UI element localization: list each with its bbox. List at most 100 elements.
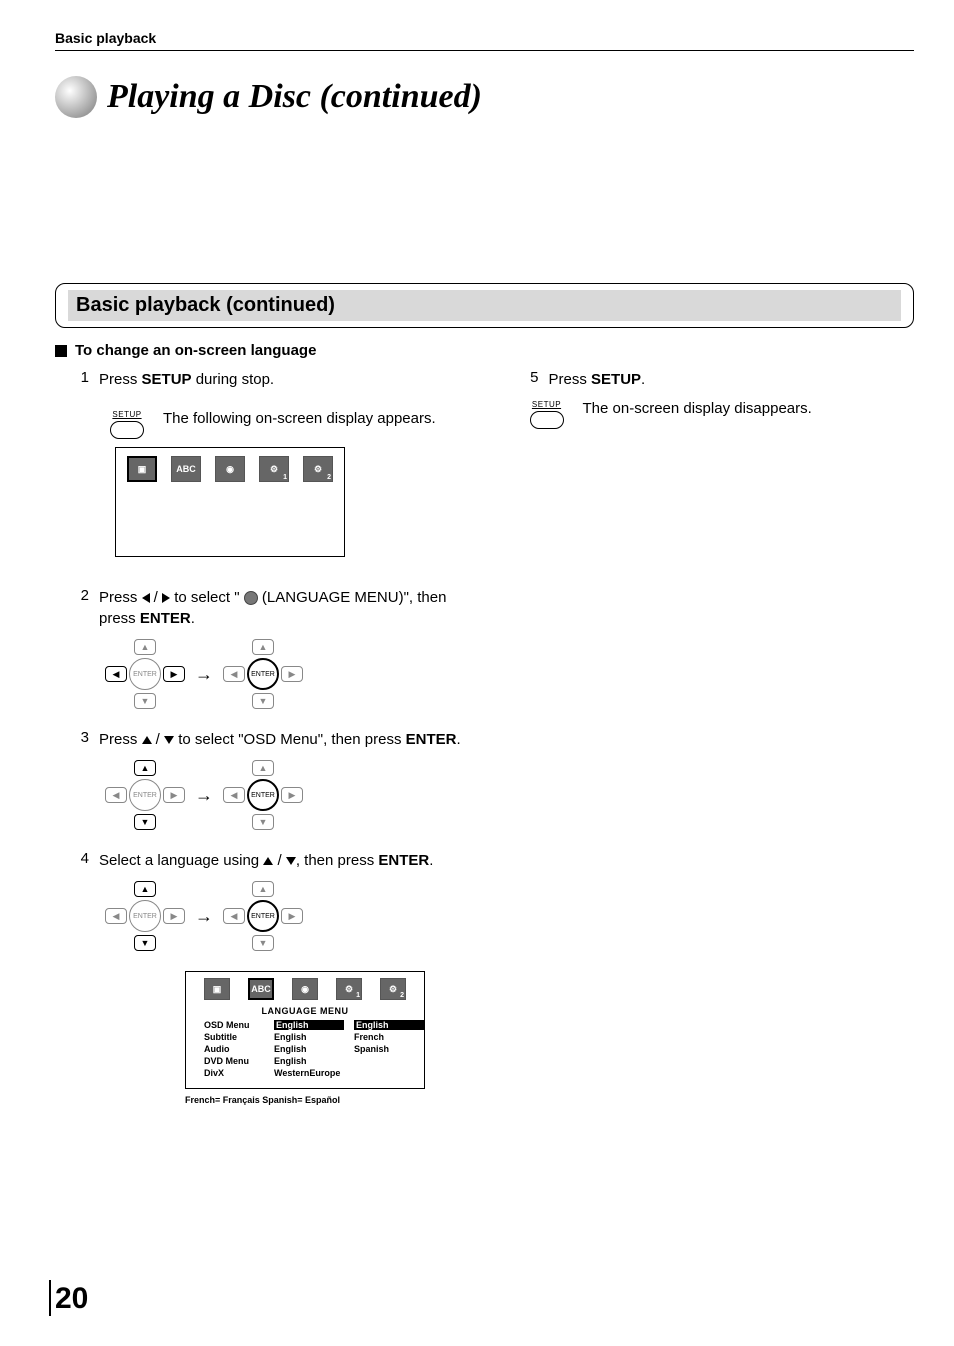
dpad-up-icon: ▲ bbox=[134, 760, 156, 776]
dpad-down-icon: ▼ bbox=[134, 693, 156, 709]
text: to select " bbox=[170, 589, 244, 606]
up-arrow-icon bbox=[142, 736, 152, 744]
language-menu-rows: OSD Menu English English Subtitle Englis… bbox=[204, 1020, 416, 1078]
square-bullet-icon bbox=[55, 345, 67, 357]
dpad-right-icon: ▶ bbox=[281, 666, 303, 682]
setup-button-label: SETUP bbox=[105, 410, 149, 419]
text: Press bbox=[99, 731, 142, 748]
dpad-down-icon: ▼ bbox=[252, 935, 274, 951]
title-bullet-icon bbox=[55, 76, 97, 118]
language-footnote: French= Français Spanish= Español bbox=[185, 1095, 465, 1105]
dpad-right-icon: ▶ bbox=[163, 666, 185, 682]
text: . bbox=[429, 852, 433, 869]
lang-row-value: English bbox=[274, 1020, 344, 1030]
dpad-right-icon: ▶ bbox=[163, 908, 185, 924]
lang-row-label: DVD Menu bbox=[204, 1056, 264, 1066]
menu-tv-icon: ▣ bbox=[204, 978, 230, 1000]
menu-custom1-icon: ⚙1 bbox=[259, 456, 289, 482]
page-number-bar bbox=[49, 1280, 51, 1316]
right-column: 5 Press SETUP. SETUP The on-screen displ… bbox=[505, 369, 915, 1105]
dpad-down-icon: ▼ bbox=[252, 814, 274, 830]
step-number: 2 bbox=[75, 587, 89, 629]
step-number: 1 bbox=[75, 369, 89, 400]
text: . bbox=[191, 610, 195, 627]
keyword-enter: ENTER bbox=[406, 731, 457, 748]
dpad-down-icon: ▼ bbox=[134, 935, 156, 951]
menu-custom2-icon: ⚙2 bbox=[303, 456, 333, 482]
text: to select "OSD Menu", then press bbox=[174, 731, 406, 748]
dpad-enter-icon: ENTER bbox=[247, 900, 279, 932]
step-number: 3 bbox=[75, 729, 89, 750]
lang-row-label: Audio bbox=[204, 1044, 264, 1054]
menu-language-icon: ABC bbox=[248, 978, 274, 1000]
lang-row-value: WesternEurope bbox=[274, 1068, 424, 1078]
lang-row-label: DivX bbox=[204, 1068, 264, 1078]
down-arrow-icon bbox=[286, 857, 296, 865]
dpad-left-icon: ◀ bbox=[223, 908, 245, 924]
up-arrow-icon bbox=[263, 857, 273, 865]
lang-row-label: OSD Menu bbox=[204, 1020, 264, 1030]
section-heading-wrap: Basic playback (continued) bbox=[55, 283, 914, 328]
section-heading: Basic playback (continued) bbox=[68, 290, 901, 321]
step-3-text: Press / to select "OSD Menu", then press… bbox=[99, 729, 465, 750]
sequence-arrow-icon: → bbox=[195, 664, 213, 685]
text: . bbox=[456, 731, 460, 748]
right-arrow-icon bbox=[162, 593, 170, 603]
dpad-up-icon: ▲ bbox=[134, 639, 156, 655]
globe-icon bbox=[244, 591, 258, 605]
text: during stop. bbox=[192, 371, 275, 388]
step-5-text: Press SETUP. bbox=[549, 369, 915, 390]
keyword-enter: ENTER bbox=[140, 610, 191, 627]
step-5-result-text: The on-screen display disappears. bbox=[583, 400, 915, 417]
menu-language-icon: ABC bbox=[171, 456, 201, 482]
text: Press bbox=[99, 371, 142, 388]
page-title: Playing a Disc (continued) bbox=[107, 78, 482, 116]
text: Press bbox=[99, 589, 142, 606]
lang-row-option: Spanish bbox=[354, 1044, 424, 1054]
section-subheading: To change an on-screen language bbox=[75, 342, 316, 359]
dpad-enter-icon: ENTER bbox=[129, 779, 161, 811]
menu-disc-icon: ◉ bbox=[215, 456, 245, 482]
down-arrow-icon bbox=[164, 736, 174, 744]
step-2-text: Press / to select " (LANGUAGE MENU)", th… bbox=[99, 587, 465, 629]
dpad-down-icon: ▼ bbox=[134, 814, 156, 830]
dpad-right-icon: ▶ bbox=[281, 787, 303, 803]
dpad-up-icon: ▲ bbox=[252, 760, 274, 776]
dpad-left-icon: ◀ bbox=[105, 787, 127, 803]
dpad-right-icon: ▶ bbox=[163, 787, 185, 803]
text: . bbox=[641, 371, 645, 388]
dpad-up-icon: ▲ bbox=[252, 639, 274, 655]
step-number: 5 bbox=[525, 369, 539, 390]
page-number: 20 bbox=[55, 1282, 88, 1316]
step-number: 4 bbox=[75, 850, 89, 871]
dpad-left-icon: ◀ bbox=[105, 666, 127, 682]
dpad-enter-icon: ENTER bbox=[129, 658, 161, 690]
language-menu-title: LANGUAGE MENU bbox=[194, 1006, 416, 1016]
step-1-text: Press SETUP during stop. bbox=[99, 369, 465, 390]
keyword-setup: SETUP bbox=[142, 371, 192, 388]
lang-row-label: Subtitle bbox=[204, 1032, 264, 1042]
lang-row-value: English bbox=[274, 1032, 344, 1042]
dpad-graphic-step3: ▲ ▼ ◀ ▶ ENTER → ▲ ▼ ◀ ▶ ENTER bbox=[105, 760, 465, 830]
text: / bbox=[273, 852, 286, 869]
setup-button-graphic: SETUP bbox=[105, 410, 149, 439]
dpad-left-icon: ◀ bbox=[223, 666, 245, 682]
dpad-up-icon: ▲ bbox=[252, 881, 274, 897]
step-1-result-text: The following on-screen display appears. bbox=[163, 410, 465, 427]
setup-button-label: SETUP bbox=[525, 400, 569, 409]
language-menu-preview: ▣ ABC ◉ ⚙1 ⚙2 LANGUAGE MENU OSD Menu Eng… bbox=[185, 971, 425, 1089]
dpad-enter-icon: ENTER bbox=[247, 658, 279, 690]
lang-row-option bbox=[354, 1056, 424, 1066]
dpad-right-icon: ▶ bbox=[281, 908, 303, 924]
breadcrumb: Basic playback bbox=[55, 30, 914, 46]
lang-row-option: French bbox=[354, 1032, 424, 1042]
text: / bbox=[150, 589, 163, 606]
dpad-graphic-step4: ▲ ▼ ◀ ▶ ENTER → ▲ ▼ ◀ ▶ ENTER bbox=[105, 881, 465, 951]
text: , then press bbox=[296, 852, 379, 869]
oval-button-icon bbox=[530, 411, 564, 429]
left-arrow-icon bbox=[142, 593, 150, 603]
keyword-setup: SETUP bbox=[591, 371, 641, 388]
lang-row-option: English bbox=[354, 1020, 424, 1030]
sequence-arrow-icon: → bbox=[195, 906, 213, 927]
dpad-down-icon: ▼ bbox=[252, 693, 274, 709]
